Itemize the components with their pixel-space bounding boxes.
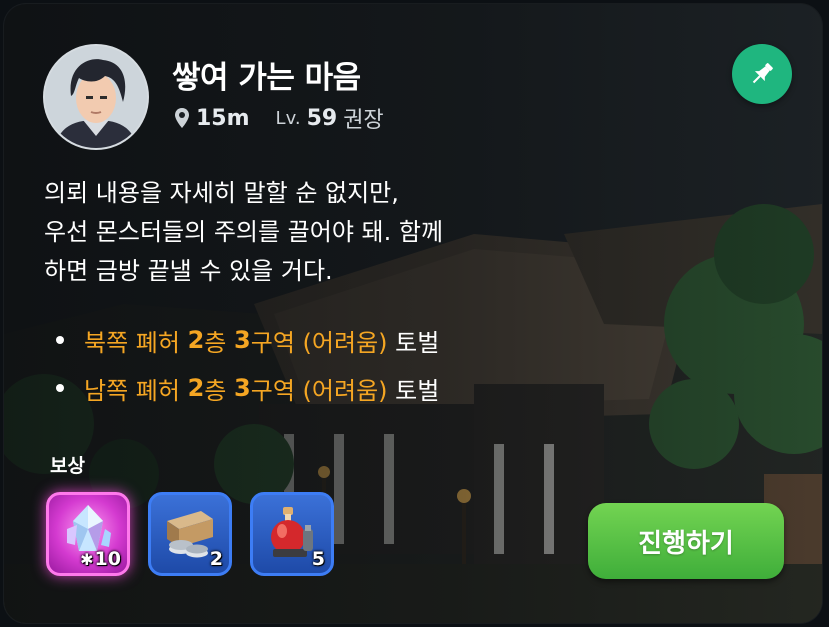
reward-quantity: ✱10: [80, 548, 121, 570]
objective-action: 토벌: [395, 328, 440, 357]
pin-icon: [752, 63, 773, 84]
bullet-icon: [56, 384, 64, 392]
level-suffix: 권장: [343, 108, 384, 133]
objective-action: 토벌: [395, 376, 440, 405]
objective-list: 북쪽 폐허 2층 3 구역 (어려움) 토벌 남쪽 폐허 2층 3 구역 (어려움)…: [56, 316, 439, 412]
rewards-label: 보상: [50, 455, 85, 477]
reward-slot-silver-chest[interactable]: 2: [148, 492, 232, 576]
quest-meta: 15m Lv. 59 권장: [174, 102, 384, 134]
objective-item: 북쪽 폐허 2층 3 구역 (어려움) 토벌: [56, 316, 439, 364]
reward-quantity: 5: [311, 548, 325, 570]
npc-portrait-icon: [45, 46, 147, 148]
distance-value: 15m: [196, 105, 250, 131]
bullet-icon: [56, 336, 64, 344]
level-prefix: Lv.: [275, 107, 301, 129]
npc-avatar: [43, 44, 149, 150]
objective-floor-unit: 층: [204, 328, 227, 357]
quest-card: 쌓여 가는 마음 15m Lv. 59 권장 의뢰 내용을 자세히 말할 순 없…: [4, 4, 822, 623]
reward-quantity: 2: [209, 548, 223, 570]
reward-slot-crystal[interactable]: ✱10: [46, 492, 130, 576]
reward-slot-potion[interactable]: 5: [250, 492, 334, 576]
objective-floor: 2: [187, 374, 205, 402]
quest-description: 의뢰 내용을 자세히 말할 순 없지만, 우선 몬스터들의 주의를 끌어야 돼.…: [44, 174, 604, 291]
objective-zone: 3: [234, 374, 251, 402]
pin-button[interactable]: [732, 44, 792, 104]
objective-difficulty: (어려움): [302, 328, 388, 357]
objective-floor: 2: [187, 326, 205, 354]
description-line: 우선 몬스터들의 주의를 끌어야 돼. 함께: [44, 218, 444, 246]
objective-difficulty: (어려움): [302, 376, 388, 405]
objective-area: 남쪽 폐허: [84, 376, 180, 405]
objective-zone-unit: 구역: [250, 328, 295, 357]
objective-floor-unit: 층: [204, 376, 227, 405]
location-pin-icon: [175, 108, 189, 128]
puzzle-star-icon: ✱: [80, 550, 94, 569]
objective-area: 북쪽 폐허: [84, 328, 180, 357]
proceed-button[interactable]: 진행하기: [588, 503, 784, 579]
description-line: 의뢰 내용을 자세히 말할 순 없지만,: [44, 179, 399, 207]
objective-item: 남쪽 폐허 2층 3 구역 (어려움) 토벌: [56, 364, 439, 412]
objective-zone-unit: 구역: [250, 376, 295, 405]
description-line: 하면 금방 끝낼 수 있을 거다.: [44, 257, 333, 285]
recommended-level: 59: [306, 105, 338, 131]
reward-quantity-value: 10: [94, 548, 121, 570]
objective-zone: 3: [234, 326, 251, 354]
quest-title: 쌓여 가는 마음: [172, 60, 361, 96]
